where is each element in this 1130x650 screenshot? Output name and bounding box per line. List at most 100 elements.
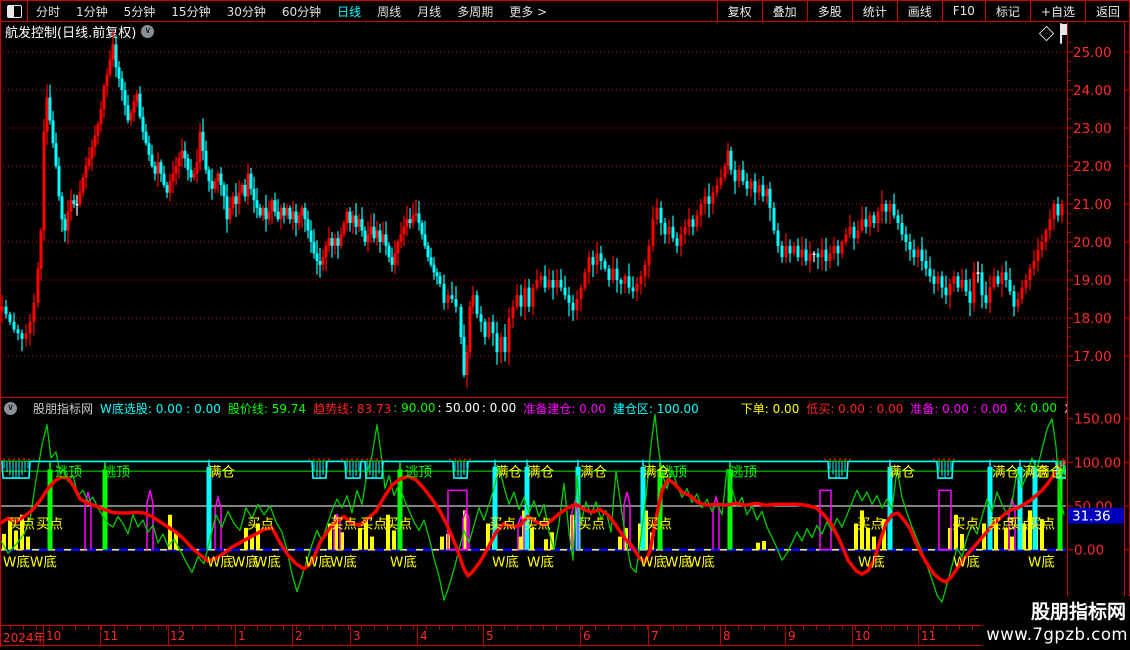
date-tick [309, 626, 310, 630]
date-tick [894, 626, 895, 630]
left-border [0, 0, 1, 647]
svg-text:150.00: 150.00 [1074, 412, 1121, 428]
sidebar-toggle-button[interactable] [0, 1, 28, 22]
label-买点: 买点 [385, 517, 412, 533]
tool-item[interactable]: 画线 [897, 1, 942, 21]
tool-item[interactable]: +自选 [1030, 1, 1085, 21]
svg-text:31.36: 31.36 [1072, 509, 1111, 525]
date-tick [972, 626, 973, 630]
tool-item[interactable]: 复权 [717, 1, 762, 21]
month-label: 6 [583, 629, 591, 643]
label-满仓: 满仓 [527, 464, 555, 480]
label-W底: W底 [688, 554, 715, 570]
label-满仓: 满仓 [992, 464, 1020, 480]
period-item[interactable]: 15分钟 [163, 3, 218, 20]
period-item[interactable]: 月线 [409, 3, 449, 20]
month-separator [580, 626, 581, 645]
period-item[interactable]: 周线 [369, 3, 409, 20]
label-买点: 买点 [247, 517, 274, 533]
label-买点: 买点 [8, 517, 35, 533]
date-tick [36, 626, 37, 630]
month-separator [168, 626, 169, 645]
tool-item[interactable]: 标记 [985, 1, 1030, 21]
date-tick [270, 626, 271, 630]
date-tick [777, 626, 778, 630]
tool-item[interactable]: 叠加 [762, 1, 807, 21]
month-label: 11 [921, 629, 936, 643]
period-item[interactable]: 1分钟 [68, 3, 116, 20]
chevron-down-icon[interactable]: ∨ [141, 25, 154, 38]
date-tick [322, 626, 323, 630]
period-item[interactable]: 更多 > [501, 3, 555, 20]
date-tick [946, 626, 947, 630]
label-W底: W底 [207, 554, 234, 570]
label-买点: 买点 [360, 517, 387, 533]
date-tick [647, 626, 648, 630]
indicator-header: ∨ 股朋指标网W底选股: 0.00 : 0.00股价线: 59.74趋势线: 8… [0, 397, 1067, 418]
label-满仓: 满仓 [643, 464, 671, 480]
month-label: 12 [170, 629, 185, 643]
svg-text:22.00: 22.00 [1073, 159, 1112, 175]
candlestick-chart[interactable]: 25.0024.0023.0022.0021.0020.0019.0018.00… [0, 40, 1130, 397]
watermark-url: www.7gpzb.com [982, 625, 1128, 644]
indicator-value: 准备建仓: 0.00 [523, 400, 606, 417]
date-tick [595, 626, 596, 630]
label-买点: 买点 [489, 517, 516, 533]
period-item[interactable]: 60分钟 [274, 3, 329, 20]
month-separator [785, 626, 786, 645]
year-label: 2024年 [3, 629, 46, 646]
date-tick [283, 626, 284, 630]
period-item[interactable]: 30分钟 [219, 3, 274, 20]
period-item[interactable]: 5分钟 [116, 3, 164, 20]
label-逃顶: 逃顶 [730, 464, 757, 480]
series-股价线 [0, 414, 1064, 602]
indicator-value: X: 0.00 [1014, 401, 1057, 415]
tool-item[interactable]: F10 [942, 1, 985, 21]
date-tick [881, 626, 882, 630]
date-tick [751, 626, 752, 630]
tool-item[interactable]: 多股 [807, 1, 852, 21]
indicator-value: 股朋指标网 [33, 400, 93, 417]
date-tick [231, 626, 232, 630]
period-menu: 分时1分钟5分钟15分钟30分钟60分钟日线周线月线多周期更多 > [28, 1, 555, 21]
date-tick [738, 626, 739, 630]
date-tick [634, 626, 635, 630]
date-tick [361, 626, 362, 630]
indicator-value: : 50.00 [438, 401, 480, 415]
label-买点: 买点 [524, 517, 551, 533]
month-separator [235, 626, 236, 645]
month-label: 4 [420, 629, 428, 643]
collapse-indicator-icon[interactable]: ∨ [4, 402, 17, 415]
label-买点: 买点 [1028, 517, 1055, 533]
candlestick-series [1, 31, 1064, 388]
date-tick [842, 626, 843, 630]
indicator-panel-chart[interactable]: 逃顶逃顶逃顶逃顶逃顶逃顶满仓满仓满仓满仓满仓满仓满仓满仓满仓买点买点买点买点买点… [0, 418, 1130, 625]
label-买点: 买点 [578, 517, 605, 533]
month-separator [483, 626, 484, 645]
date-tick [10, 626, 11, 630]
indicator-value: W底选股: 0.00 : 0.00 [100, 400, 221, 417]
date-axis[interactable]: 2024年 1011121234567891011 [0, 625, 1130, 646]
tool-item[interactable]: 返回 [1085, 1, 1130, 21]
diamond-icon[interactable] [1039, 26, 1055, 42]
date-tick [530, 626, 531, 630]
indicator-value: : 0.00 [482, 401, 517, 415]
month-label: 1 [238, 629, 246, 643]
period-item[interactable]: 多周期 [449, 3, 501, 20]
month-label: 5 [486, 629, 494, 643]
label-买点: 买点 [857, 517, 884, 533]
date-tick [75, 626, 76, 630]
date-tick [218, 626, 219, 630]
date-tick [153, 626, 154, 630]
panel-layout-icon [7, 5, 22, 18]
svg-text:25.00: 25.00 [1073, 45, 1112, 61]
svg-text:17.00: 17.00 [1073, 349, 1112, 365]
label-W底: W底 [953, 554, 980, 570]
label-满仓: 满仓 [580, 464, 608, 480]
period-item[interactable]: 分时 [28, 3, 68, 20]
date-tick [504, 626, 505, 630]
month-label: 2 [295, 629, 303, 643]
period-item[interactable]: 日线 [329, 3, 369, 20]
tool-item[interactable]: 统计 [852, 1, 897, 21]
date-tick [192, 626, 193, 630]
